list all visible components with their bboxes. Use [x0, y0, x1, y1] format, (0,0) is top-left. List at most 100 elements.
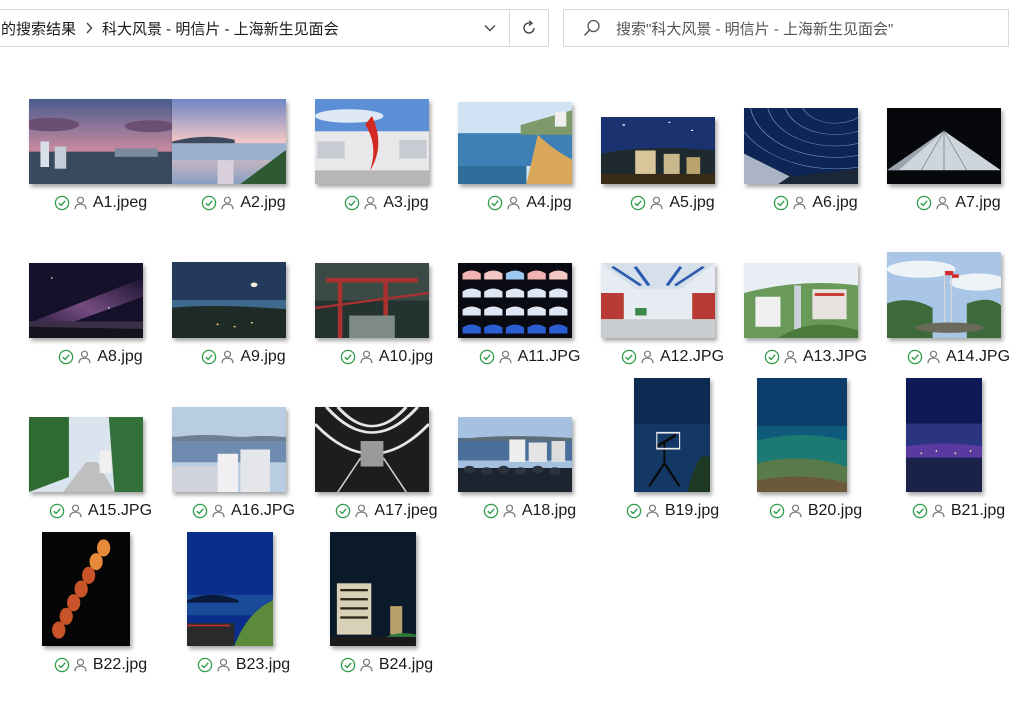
file-name: A2.jpg — [240, 194, 286, 211]
user-icon — [507, 196, 520, 210]
file-thumbnail — [458, 417, 572, 492]
search-placeholder: 搜索"科大风景 - 明信片 - 上海新生见面会" — [616, 20, 894, 38]
sync-ok-icon — [774, 195, 789, 211]
file-name: A13.JPG — [802, 348, 868, 365]
file-thumbnail — [887, 252, 1001, 338]
file-thumbnail — [634, 378, 710, 492]
breadcrumb-current-folder[interactable]: 科大风景 - 明信片 - 上海新生见面会 — [100, 18, 341, 39]
file-label: A1.jpeg — [29, 193, 172, 213]
file-label: A18.jpg — [458, 501, 601, 521]
file-label: A12.JPG — [601, 347, 744, 367]
file-name: A17.jpeg — [374, 502, 438, 519]
search-icon — [583, 19, 600, 37]
user-icon — [503, 504, 516, 518]
sync-ok-icon — [912, 503, 928, 519]
file-name: A11.JPG — [517, 348, 581, 365]
file-thumbnail — [315, 263, 429, 338]
sync-ok-icon — [626, 503, 642, 519]
file-name: A8.jpg — [97, 348, 143, 365]
file-thumbnail — [315, 99, 429, 184]
file-label: B24.jpg — [315, 655, 458, 675]
user-icon — [364, 196, 377, 210]
file-thumbnail — [906, 378, 982, 492]
chevron-down-icon — [484, 25, 496, 32]
file-thumbnail — [29, 417, 143, 492]
user-icon — [498, 350, 512, 364]
file-label: B23.jpg — [172, 655, 315, 675]
file-name: A10.jpg — [378, 348, 434, 365]
file-thumbnail — [172, 262, 286, 338]
sync-ok-icon — [202, 349, 217, 365]
user-icon — [789, 504, 802, 518]
sync-ok-icon — [764, 349, 780, 365]
file-label: B19.jpg — [601, 501, 744, 521]
sync-ok-icon — [59, 349, 74, 365]
user-icon — [641, 350, 654, 364]
sync-ok-icon — [907, 349, 923, 365]
breadcrumb: 的搜索结果 科大风景 - 明信片 - 上海新生见面会 — [0, 10, 471, 46]
user-icon — [936, 196, 949, 210]
file-name: A15.JPG — [87, 502, 153, 519]
file-label: A14.JPG — [887, 347, 1011, 367]
file-label: A11.JPG — [458, 347, 601, 367]
file-name: B21.jpg — [950, 502, 1006, 519]
file-thumbnail — [458, 263, 572, 338]
search-box[interactable]: 搜索"科大风景 - 明信片 - 上海新生见面会" — [563, 9, 1009, 47]
file-label: A13.JPG — [744, 347, 887, 367]
file-label: A16.JPG — [172, 501, 315, 521]
sync-ok-icon — [621, 349, 637, 365]
refresh-button[interactable] — [509, 10, 548, 46]
chevron-right-icon[interactable] — [78, 22, 100, 34]
file-name: A6.jpg — [812, 194, 858, 211]
file-thumbnail — [187, 532, 273, 646]
file-name: B24.jpg — [378, 656, 434, 673]
file-name: A14.JPG — [945, 348, 1011, 365]
file-thumbnail — [757, 378, 847, 492]
file-name: B23.jpg — [235, 656, 291, 673]
file-thumbnail — [42, 532, 130, 646]
sync-ok-icon — [340, 349, 356, 365]
user-icon — [217, 658, 230, 672]
address-history-dropdown[interactable] — [471, 10, 509, 46]
file-thumbnail — [601, 263, 715, 338]
sync-ok-icon — [192, 503, 208, 519]
user-icon — [74, 658, 87, 672]
sync-ok-icon — [340, 657, 356, 673]
user-icon — [355, 504, 369, 518]
file-name: A1.jpeg — [92, 194, 148, 211]
breadcrumb-search-results[interactable]: 的搜索结果 — [0, 18, 78, 39]
user-icon — [927, 350, 940, 364]
file-thumbnail — [744, 108, 858, 184]
address-bar[interactable]: 的搜索结果 科大风景 - 明信片 - 上海新生见面会 — [0, 9, 549, 47]
user-icon — [650, 196, 663, 210]
user-icon — [784, 350, 797, 364]
sync-ok-icon — [479, 349, 494, 365]
file-label: B22.jpg — [29, 655, 172, 675]
user-icon — [793, 196, 806, 210]
file-thumbnail — [29, 99, 172, 184]
file-label: A5.jpg — [601, 193, 744, 213]
file-thumbnail — [172, 99, 286, 184]
user-icon — [360, 658, 373, 672]
file-thumbnail — [330, 532, 416, 646]
file-label: A15.JPG — [29, 501, 172, 521]
file-label: A3.jpg — [315, 193, 458, 213]
user-icon — [212, 504, 225, 518]
sync-ok-icon — [917, 195, 932, 211]
file-label: A8.jpg — [29, 347, 172, 367]
user-icon — [221, 350, 234, 364]
file-name: B22.jpg — [92, 656, 148, 673]
sync-ok-icon — [49, 503, 65, 519]
refresh-icon — [523, 20, 535, 34]
file-label: B21.jpg — [887, 501, 1011, 521]
user-icon — [74, 196, 87, 210]
file-name: A5.jpg — [669, 194, 715, 211]
file-name: A9.jpg — [240, 348, 286, 365]
sync-ok-icon — [197, 657, 213, 673]
user-icon — [78, 350, 91, 364]
sync-ok-icon — [345, 195, 360, 211]
file-label: A9.jpg — [172, 347, 315, 367]
file-thumbnail — [172, 407, 286, 492]
file-name: B19.jpg — [664, 502, 720, 519]
file-thumbnail — [29, 263, 143, 338]
